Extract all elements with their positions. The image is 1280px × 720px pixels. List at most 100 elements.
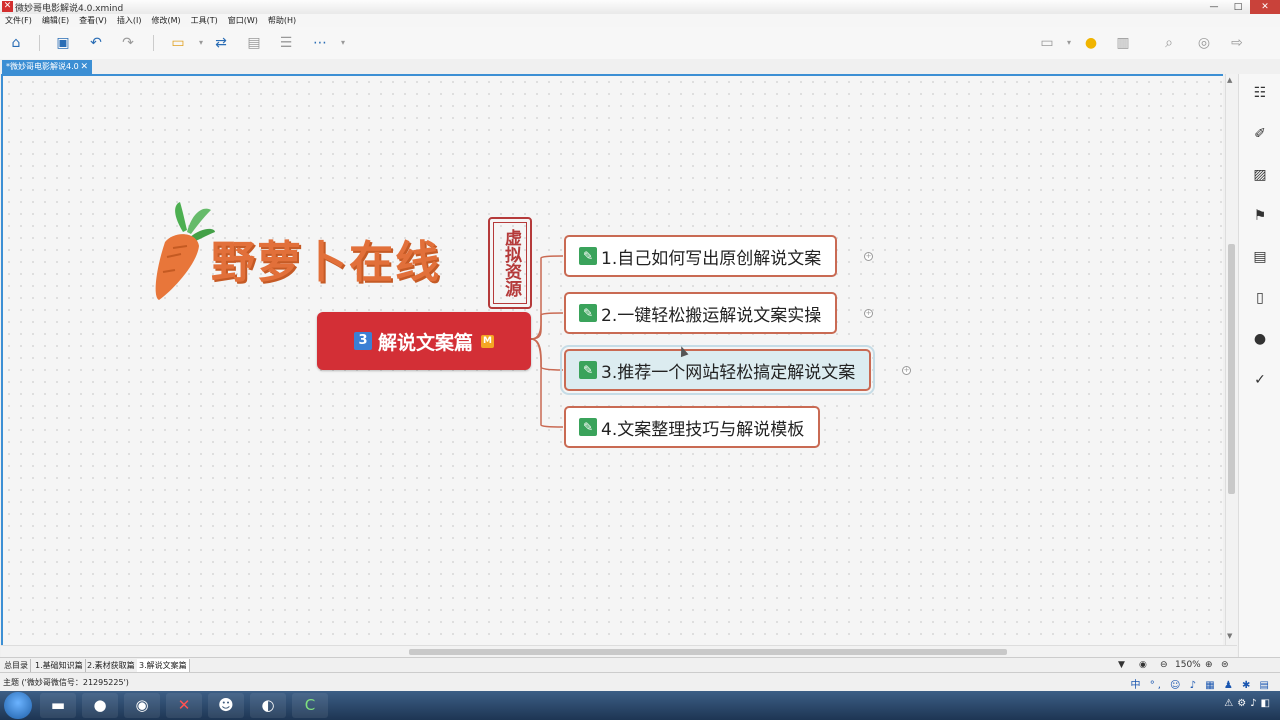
presentation-icon[interactable]: ▭ <box>1038 34 1056 52</box>
notes-icon[interactable]: ▯ <box>1251 289 1269 307</box>
windows-taskbar: ▬ ● ◉ ✕ ☻ ◐ C ⚠⚙♪◧ <box>0 691 1280 720</box>
menu-file[interactable]: 文件(F) <box>0 14 37 27</box>
carrot-logo-icon <box>155 202 215 300</box>
sheet-tab-scripts[interactable]: 3.解说文案篇 <box>137 659 190 672</box>
seal-stamp-text: 虚拟资源 <box>493 222 527 304</box>
toolbar-separator <box>153 35 154 51</box>
sheet-tab-bar: 总目录 1.基础知识篇 2.素材获取篇 3.解说文案篇 ▼ ◉ ⊖ 150% ⊕… <box>0 657 1280 673</box>
xmind-taskbar-icon[interactable]: ✕ <box>166 693 202 718</box>
menu-insert[interactable]: 插入(I) <box>112 14 147 27</box>
format-brush-icon[interactable]: ✐ <box>1251 125 1269 143</box>
redo-icon[interactable]: ↷ <box>119 34 137 52</box>
export-icon[interactable]: ⇨ <box>1228 34 1246 52</box>
ime-toolbar[interactable]: 中 °, ☺ ♪ ▦ ♟ ✱ ▤ <box>1131 676 1272 691</box>
subtopic-2[interactable]: ✎ 2.一键轻松搬运解说文案实操 <box>564 292 838 334</box>
camera-app-icon[interactable]: ◐ <box>250 693 286 718</box>
marker-flag-icon[interactable]: ⚑ <box>1251 207 1269 225</box>
menu-lines-icon[interactable]: ⊜ <box>1221 659 1229 672</box>
toolbar: ⌂ ▣ ↶ ↷ ▭ ▾ ⇄ ▤ ☰ ⋯ ▾ ▭ ▾ ● ▥ ⌕ ◎ ⇨ <box>0 27 1280 60</box>
home-icon[interactable]: ⌂ <box>7 34 25 52</box>
seal-stamp: 虚拟资源 <box>488 217 532 309</box>
horizontal-scroll-thumb[interactable] <box>409 649 1007 655</box>
title-bar: ✕ 微妙哥电影解说4.0.xmind — □ ✕ <box>0 0 1280 15</box>
expand-icon[interactable]: + <box>864 309 873 318</box>
relationship-icon[interactable]: ⇄ <box>212 34 230 52</box>
boundary-icon[interactable]: ▤ <box>245 34 263 52</box>
sheet-tab-basics[interactable]: 1.基础知识篇 <box>33 659 86 672</box>
subtopic-3-selected[interactable]: ✎ 3.推荐一个网站轻松搞定解说文案 <box>559 345 876 395</box>
minimize-button[interactable]: — <box>1202 0 1226 14</box>
topic-insert-icon[interactable]: ▭ <box>169 34 187 52</box>
image-icon[interactable]: ▨ <box>1251 166 1269 184</box>
zoom-in-icon[interactable]: ⊕ <box>1205 659 1213 672</box>
eye-icon[interactable]: ◉ <box>1139 659 1147 672</box>
close-tab-icon[interactable]: ✕ <box>80 60 88 74</box>
search-icon[interactable]: ⌕ <box>1160 34 1178 52</box>
xmind-app-icon: ✕ <box>2 1 13 12</box>
qq-penguin-icon[interactable]: ● <box>82 693 118 718</box>
green-app-icon[interactable]: C <box>292 693 328 718</box>
menu-help[interactable]: 帮助(H) <box>263 14 301 27</box>
marker-icon: M <box>481 334 494 348</box>
vertical-scrollbar[interactable]: ▲ ▼ <box>1225 74 1238 645</box>
sheet-tab-materials[interactable]: 2.素材获取篇 <box>85 659 138 672</box>
subtopic-1[interactable]: ✎ 1.自己如何写出原创解说文案 <box>564 235 838 277</box>
scroll-down-icon[interactable]: ▼ <box>1227 632 1232 640</box>
more-icon[interactable]: ⋯ <box>311 34 329 52</box>
comments-icon[interactable]: ● <box>1251 330 1269 348</box>
edit-note-icon: ✎ <box>579 361 597 379</box>
window-title: 微妙哥电影解说4.0.xmind <box>15 4 124 14</box>
edit-note-icon: ✎ <box>579 304 597 322</box>
subtopic-4[interactable]: ✎ 4.文案整理技巧与解说模板 <box>564 406 821 448</box>
side-panel: ☷ ✐ ▨ ⚑ ▤ ▯ ● ✓ <box>1238 74 1280 657</box>
save-icon[interactable]: ▣ <box>54 34 72 52</box>
vertical-scroll-thumb[interactable] <box>1228 244 1235 494</box>
chevron-down-icon[interactable]: ▾ <box>192 34 210 52</box>
close-button[interactable]: ✕ <box>1250 0 1280 14</box>
subtopic-label: 3.推荐一个网站轻松搞定解说文案 <box>601 362 856 383</box>
system-tray[interactable]: ⚠⚙♪◧ <box>1224 698 1274 709</box>
maximize-button[interactable]: □ <box>1226 0 1250 14</box>
task-clipboard-icon[interactable]: ✓ <box>1251 371 1269 389</box>
filter-icon[interactable]: ▼ <box>1118 659 1125 672</box>
browser-icon[interactable]: ◉ <box>124 693 160 718</box>
chevron-down-icon[interactable]: ▾ <box>1060 34 1078 52</box>
undo-icon[interactable]: ↶ <box>87 34 105 52</box>
mindmap-canvas[interactable]: 野萝卜在线 虚拟资源 3 解说文案篇 M ✎ 1.自己如何写出原创解说文案 + … <box>1 74 1223 645</box>
menu-edit[interactable]: 编辑(E) <box>37 14 74 27</box>
edit-note-icon: ✎ <box>579 418 597 436</box>
menu-view[interactable]: 查看(V) <box>74 14 112 27</box>
idea-bulb-icon[interactable]: ● <box>1082 34 1100 52</box>
font-icon[interactable]: ▤ <box>1251 248 1269 266</box>
menu-modify[interactable]: 修改(M) <box>146 14 185 27</box>
window-controls: — □ ✕ <box>1202 0 1280 14</box>
menu-tools[interactable]: 工具(T) <box>186 14 223 27</box>
chevron-down-icon[interactable]: ▾ <box>334 34 352 52</box>
menu-window[interactable]: 窗口(W) <box>223 14 263 27</box>
gantt-icon[interactable]: ▥ <box>1114 34 1132 52</box>
scroll-up-icon[interactable]: ▲ <box>1227 76 1232 84</box>
edit-note-icon: ✎ <box>579 247 597 265</box>
status-bar: 主题 ('微妙哥微信号：21295225') 中 °, ☺ ♪ ▦ ♟ ✱ ▤ <box>0 672 1280 692</box>
expand-icon[interactable]: + <box>864 252 873 261</box>
zoom-out-icon[interactable]: ⊖ <box>1160 659 1168 672</box>
subtopic-label: 4.文案整理技巧与解说模板 <box>601 419 805 440</box>
toolbar-separator <box>39 35 40 51</box>
subtopic-label: 1.自己如何写出原创解说文案 <box>601 248 822 269</box>
zoom-level[interactable]: 150% <box>1175 659 1201 672</box>
expand-icon[interactable]: + <box>902 366 911 375</box>
tab-document[interactable]: *微妙哥电影解说4.0 ✕ <box>2 60 92 74</box>
start-button[interactable] <box>4 692 32 719</box>
share-icon[interactable]: ◎ <box>1195 34 1213 52</box>
subtopic-label: 2.一键轻松搬运解说文案实操 <box>601 305 822 326</box>
mascot-app-icon[interactable]: ☻ <box>208 693 244 718</box>
editor-tab-bar: *微妙哥电影解说4.0 ✕ <box>0 59 1280 74</box>
central-topic-label: 解说文案篇 <box>377 331 473 354</box>
brand-logo-text: 野萝卜在线 <box>211 237 441 288</box>
outline-icon[interactable]: ☷ <box>1251 84 1269 102</box>
central-topic[interactable]: 3 解说文案篇 M <box>317 312 531 370</box>
file-explorer-icon[interactable]: ▬ <box>40 693 76 718</box>
topic-number-badge: 3 <box>353 332 372 350</box>
summary-icon[interactable]: ☰ <box>277 34 295 52</box>
sheet-tab-overview[interactable]: 总目录 <box>2 659 31 672</box>
